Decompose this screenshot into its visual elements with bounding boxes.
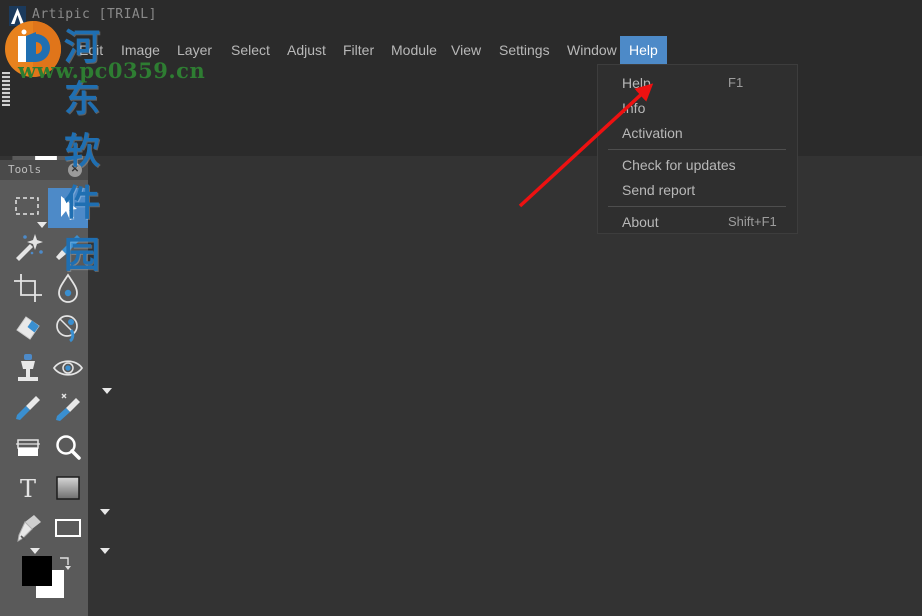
tool-submenu-arrow-icon[interactable] (100, 509, 110, 515)
menu-help[interactable]: Help (620, 36, 667, 64)
menu-item-activation[interactable]: Activation (598, 121, 797, 146)
pen-tool[interactable] (8, 508, 48, 554)
menu-adjust[interactable]: Adjust (278, 36, 335, 64)
menu-item-activation-label: Activation (622, 125, 683, 141)
menu-item-about-shortcut: Shift+F1 (728, 214, 777, 229)
menu-item-check-for-updates[interactable]: Check for updates (598, 153, 797, 178)
tool-submenu-arrow-icon[interactable] (100, 548, 110, 554)
artipic-application-window: Artipic [TRIAL] File Edit Image Layer Se… (0, 0, 922, 616)
text-tool[interactable]: T (8, 468, 48, 508)
menu-separator-2 (608, 206, 786, 207)
help-dropdown-menu: Help F1 Info Activation Check for update… (597, 64, 798, 234)
move-pointer-tool[interactable] (48, 188, 88, 228)
menu-bar: File Edit Image Layer Select Adjust Filt… (0, 36, 922, 64)
artipic-logo-icon (9, 6, 26, 26)
clone-stamp-tool[interactable] (8, 348, 48, 388)
shape-rectangle-tool[interactable] (48, 508, 110, 554)
menu-item-about[interactable]: About Shift+F1 (598, 210, 797, 235)
close-icon[interactable]: ✕ (68, 163, 82, 177)
menu-item-about-label: About (622, 214, 659, 230)
menu-item-send-report[interactable]: Send report (598, 178, 797, 203)
menu-item-send-report-label: Send report (622, 182, 696, 198)
tools-panel: Tools ✕ T (0, 160, 112, 616)
menu-view[interactable]: View (442, 36, 490, 64)
patch-heal-tool[interactable] (48, 308, 88, 348)
svg-text:T: T (20, 475, 36, 503)
tool-submenu-arrow-icon[interactable] (102, 388, 112, 394)
menu-module[interactable]: Module (382, 36, 446, 64)
zoom-magnifier-tool[interactable] (48, 428, 88, 468)
eyedropper-tool[interactable] (8, 388, 48, 428)
menu-item-info-label: Info (622, 100, 646, 116)
toolbar-grip-handle-1[interactable] (2, 72, 10, 106)
tools-panel-header[interactable]: Tools ✕ (0, 160, 88, 180)
title-bar: Artipic [TRIAL] (0, 0, 922, 36)
menu-layer[interactable]: Layer (168, 36, 221, 64)
magic-wand-tool[interactable] (8, 228, 48, 268)
eraser-tool[interactable] (8, 308, 48, 348)
menu-window[interactable]: Window (558, 36, 626, 64)
crop-tool[interactable] (8, 268, 48, 308)
paint-brush-tool[interactable] (48, 228, 88, 268)
rectangular-marquee-tool[interactable] (8, 188, 48, 228)
menu-item-info[interactable]: Info (598, 96, 797, 121)
tool-submenu-arrow-icon[interactable] (30, 548, 40, 554)
perspective-tool[interactable] (8, 428, 48, 468)
red-eye-tool[interactable] (48, 348, 112, 394)
color-picker-plus-tool[interactable] (48, 388, 88, 428)
foreground-background-swatches[interactable] (22, 556, 76, 604)
menu-item-check-for-updates-label: Check for updates (622, 157, 736, 173)
menu-edit[interactable]: Edit (70, 36, 112, 64)
menu-settings[interactable]: Settings (490, 36, 559, 64)
menu-image[interactable]: Image (112, 36, 169, 64)
menu-item-help[interactable]: Help F1 (598, 71, 797, 96)
menu-item-help-shortcut: F1 (728, 75, 744, 90)
menu-select[interactable]: Select (222, 36, 279, 64)
menu-filter[interactable]: Filter (334, 36, 383, 64)
menu-separator-1 (608, 149, 786, 150)
menu-file[interactable]: File (30, 36, 71, 64)
blur-droplet-tool[interactable] (48, 268, 88, 308)
menu-item-help-label: Help (622, 75, 651, 91)
tools-panel-title: Tools (8, 163, 42, 176)
window-title: Artipic [TRIAL] (32, 7, 157, 22)
gradient-tool[interactable] (48, 468, 110, 515)
